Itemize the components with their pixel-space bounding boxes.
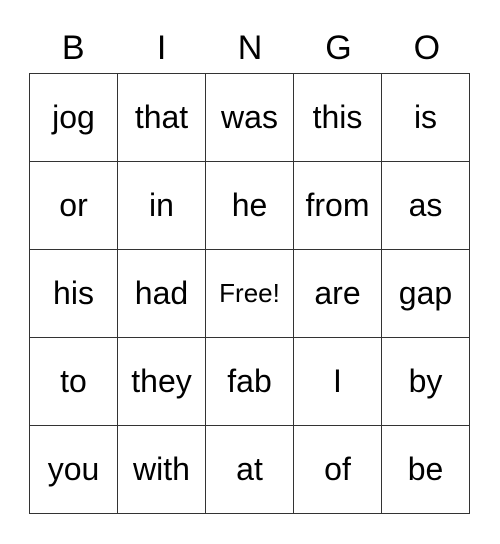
header-letter-g: G bbox=[325, 29, 352, 67]
bingo-grid: jog that was this is or in he from as his had Free! a… bbox=[29, 73, 470, 514]
bingo-cell[interactable]: in bbox=[117, 161, 206, 250]
header-letter-b: B bbox=[61, 29, 85, 67]
bingo-cell[interactable]: had bbox=[117, 249, 206, 338]
bingo-cell[interactable]: by bbox=[381, 337, 470, 426]
bingo-cell[interactable]: he bbox=[205, 161, 294, 250]
bingo-cell[interactable]: with bbox=[117, 425, 206, 514]
header-letter-i: I bbox=[156, 29, 167, 67]
grid-row: jog that was this is bbox=[29, 73, 470, 162]
bingo-cell[interactable]: fab bbox=[205, 337, 294, 426]
bingo-cell[interactable]: they bbox=[117, 337, 206, 426]
bingo-cell[interactable]: jog bbox=[29, 73, 118, 162]
bingo-cell[interactable]: you bbox=[29, 425, 118, 514]
bingo-cell[interactable]: of bbox=[293, 425, 382, 514]
bingo-cell[interactable]: this bbox=[293, 73, 382, 162]
bingo-cell[interactable]: gap bbox=[381, 249, 470, 338]
bingo-cell[interactable]: his bbox=[29, 249, 118, 338]
grid-row: to they fab Iby bbox=[29, 337, 470, 426]
grid-row: his had Free! are gap bbox=[29, 249, 470, 338]
grid-row: or in he from as bbox=[29, 161, 470, 250]
grid-row: you with at of be bbox=[29, 425, 470, 514]
bingo-cell[interactable]: was bbox=[205, 73, 294, 162]
bingo-cell[interactable]: as bbox=[381, 161, 470, 250]
bingo-cell[interactable]: at bbox=[205, 425, 294, 514]
bingo-cell[interactable]: I bbox=[293, 337, 382, 426]
bingo-cell[interactable]: or bbox=[29, 161, 118, 250]
bingo-cell[interactable]: to bbox=[29, 337, 118, 426]
bingo-cell[interactable]: are bbox=[293, 249, 382, 338]
free-cell[interactable]: Free! bbox=[205, 249, 294, 338]
bingo-cell[interactable]: from bbox=[293, 161, 382, 250]
bingo-cell[interactable]: is bbox=[381, 73, 470, 162]
header-letter-o: O bbox=[413, 29, 441, 67]
header-letter-n: N bbox=[237, 29, 263, 67]
bingo-cell[interactable]: that bbox=[117, 73, 206, 162]
bingo-header: B I N G O bbox=[29, 24, 471, 72]
bingo-cell[interactable]: be bbox=[381, 425, 470, 514]
